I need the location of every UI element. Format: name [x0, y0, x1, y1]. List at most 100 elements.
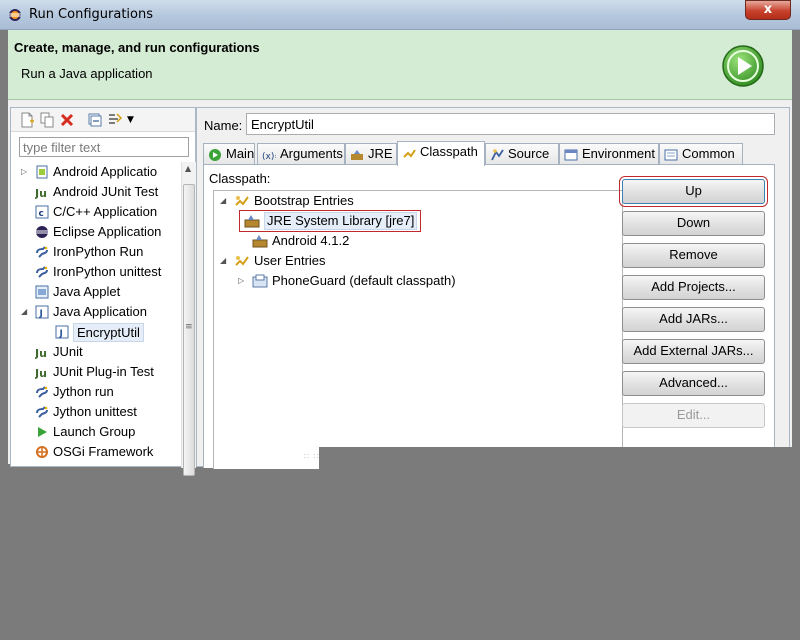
tab-label: JRE — [368, 146, 393, 161]
add-projects-button[interactable]: Add Projects... — [622, 275, 765, 300]
tree-item-label: Launch Group — [53, 424, 136, 439]
editor-tabs: Main (x)= Arguments JRE Classpath Source Envir… — [203, 141, 775, 166]
tab-label: Main — [226, 146, 255, 161]
tab-label: Arguments — [280, 146, 343, 161]
classpath-entry-label: PhoneGuard (default classpath) — [272, 273, 456, 288]
tree-item[interactable]: Java Applet — [11, 282, 179, 302]
main-tab-icon — [209, 149, 221, 161]
tree-item-label: Java Application — [53, 304, 147, 319]
tree-item[interactable]: Eclipse Application — [11, 222, 179, 242]
obscured-area — [319, 447, 800, 640]
tree-item[interactable]: IronPython Run — [11, 242, 179, 262]
tab-jre[interactable]: JRE — [345, 143, 397, 165]
tree-item[interactable]: ◢ J Java Application — [11, 302, 179, 322]
tab-common[interactable]: Common — [659, 143, 743, 165]
svg-text:J: J — [39, 309, 43, 319]
tree-item-label: EncryptUtil — [73, 323, 144, 342]
eclipse-app-icon — [9, 9, 21, 21]
tab-environment[interactable]: Environment — [559, 143, 659, 165]
tab-classpath[interactable]: Classpath — [397, 141, 485, 166]
tab-label: Common — [682, 146, 735, 161]
classpath-entry-label: User Entries — [254, 253, 326, 268]
resize-handle-icon: ∷ ∷ — [304, 452, 320, 461]
add-external-jars-button[interactable]: Add External JARs... — [622, 339, 765, 364]
expanded-arrow-icon[interactable]: ◢ — [21, 302, 27, 322]
add-jars-button[interactable]: Add JARs... — [622, 307, 765, 332]
tree-item[interactable]: J EncryptUtil — [11, 322, 179, 342]
collapsed-arrow-icon[interactable]: ▷ — [238, 271, 244, 291]
common-icon — [664, 149, 678, 161]
tab-label: Environment — [582, 146, 655, 161]
python-icon — [36, 266, 48, 278]
python-icon — [36, 386, 48, 398]
classpath-entry[interactable]: JRE System Library [jre7] — [239, 210, 421, 232]
configuration-editor-panel: Name: Main (x)= Arguments JRE Classpath Sourc… — [196, 107, 790, 469]
launch-group-icon — [38, 427, 47, 437]
classpath-entry[interactable]: ▷ PhoneGuard (default classpath) — [214, 271, 614, 291]
classpath-entry[interactable]: Android 4.1.2 — [214, 231, 614, 251]
tree-scrollbar[interactable]: ▲ ≡ — [181, 162, 196, 476]
scroll-up-arrow[interactable]: ▲ — [185, 164, 191, 173]
expanded-arrow-icon[interactable]: ◢ — [220, 191, 226, 211]
tab-main[interactable]: Main — [203, 143, 255, 165]
entries-icon — [235, 196, 249, 206]
tree-item[interactable]: Launch Group — [11, 422, 179, 442]
arguments-icon: (x)= — [262, 152, 276, 162]
tree-item-label: Eclipse Application — [53, 224, 162, 239]
tree-item[interactable]: Ju JUnit — [11, 342, 179, 362]
advanced-button[interactable]: Advanced... — [622, 371, 765, 396]
osgi-icon — [36, 446, 48, 458]
library-icon — [252, 235, 268, 248]
tree-item-label: C/C++ Application — [53, 204, 158, 219]
classpath-icon — [403, 149, 416, 158]
down-button[interactable]: Down — [622, 211, 765, 236]
edit-button[interactable]: Edit... — [622, 403, 765, 428]
name-field[interactable] — [246, 113, 775, 135]
tree-item-label: Jython run — [53, 384, 114, 399]
tree-item-label: Android JUnit Test — [53, 184, 159, 199]
tree-item-label: JUnit Plug-in Test — [53, 364, 154, 379]
window-title: Run Configurations — [29, 7, 153, 22]
tab-label: Classpath — [420, 144, 478, 159]
project-icon — [252, 274, 268, 288]
filter-input[interactable] — [19, 137, 189, 157]
view-menu-icon[interactable]: ▼ — [127, 112, 143, 128]
tree-item[interactable]: c C/C++ Application — [11, 202, 179, 222]
tree-item[interactable]: Jython run — [11, 382, 179, 402]
classpath-tab-content: Classpath: ◢ Bootstrap Entries JRE System … — [203, 164, 775, 469]
svg-text:J: J — [59, 329, 63, 339]
tree-item[interactable]: Ju Android JUnit Test — [11, 182, 179, 202]
tree-item[interactable]: IronPython unittest — [11, 262, 179, 282]
classpath-entry[interactable]: ◢ User Entries — [214, 251, 614, 271]
svg-text:Ju: Ju — [35, 367, 47, 379]
run-icon — [722, 45, 764, 87]
duplicate-icon[interactable] — [39, 112, 55, 128]
tree-item[interactable]: OSGi Framework — [11, 442, 179, 462]
configuration-list-panel: ▼ ▷ Android Applicatio Ju Android JUnit Tes… — [10, 107, 196, 476]
collapse-all-icon[interactable] — [87, 112, 103, 128]
tab-source[interactable]: Source — [485, 143, 559, 165]
collapsed-arrow-icon[interactable]: ▷ — [21, 162, 27, 182]
tree-item[interactable]: Ju JUnit Plug-in Test — [11, 362, 179, 382]
delete-icon[interactable] — [59, 112, 75, 128]
classpath-entry-label: Android 4.1.2 — [272, 233, 350, 248]
entries-icon — [235, 256, 249, 266]
classpath-entry-label: Bootstrap Entries — [254, 193, 354, 208]
tree-item-label: IronPython Run — [53, 244, 144, 259]
tree-item[interactable]: Jython unittest — [11, 402, 179, 422]
new-configuration-icon[interactable] — [19, 112, 35, 128]
tree-item[interactable]: ▷ Android Applicatio — [11, 162, 179, 182]
up-button[interactable]: Up — [619, 176, 768, 207]
classpath-label: Classpath: — [209, 171, 271, 186]
tab-arguments[interactable]: (x)= Arguments — [257, 143, 345, 165]
expanded-arrow-icon[interactable]: ◢ — [220, 251, 226, 271]
filter-icon[interactable] — [107, 112, 123, 128]
classpath-entry-label: JRE System Library [jre7] — [264, 212, 418, 230]
remove-button[interactable]: Remove — [622, 243, 765, 268]
close-button[interactable]: x — [745, 0, 791, 20]
tree-item-label: OSGi Framework — [53, 444, 154, 459]
classpath-entry[interactable]: ◢ Bootstrap Entries — [214, 191, 614, 211]
tree-item-label: IronPython unittest — [53, 264, 162, 279]
svg-text:Ju: Ju — [35, 187, 47, 199]
applet-icon — [35, 285, 49, 299]
